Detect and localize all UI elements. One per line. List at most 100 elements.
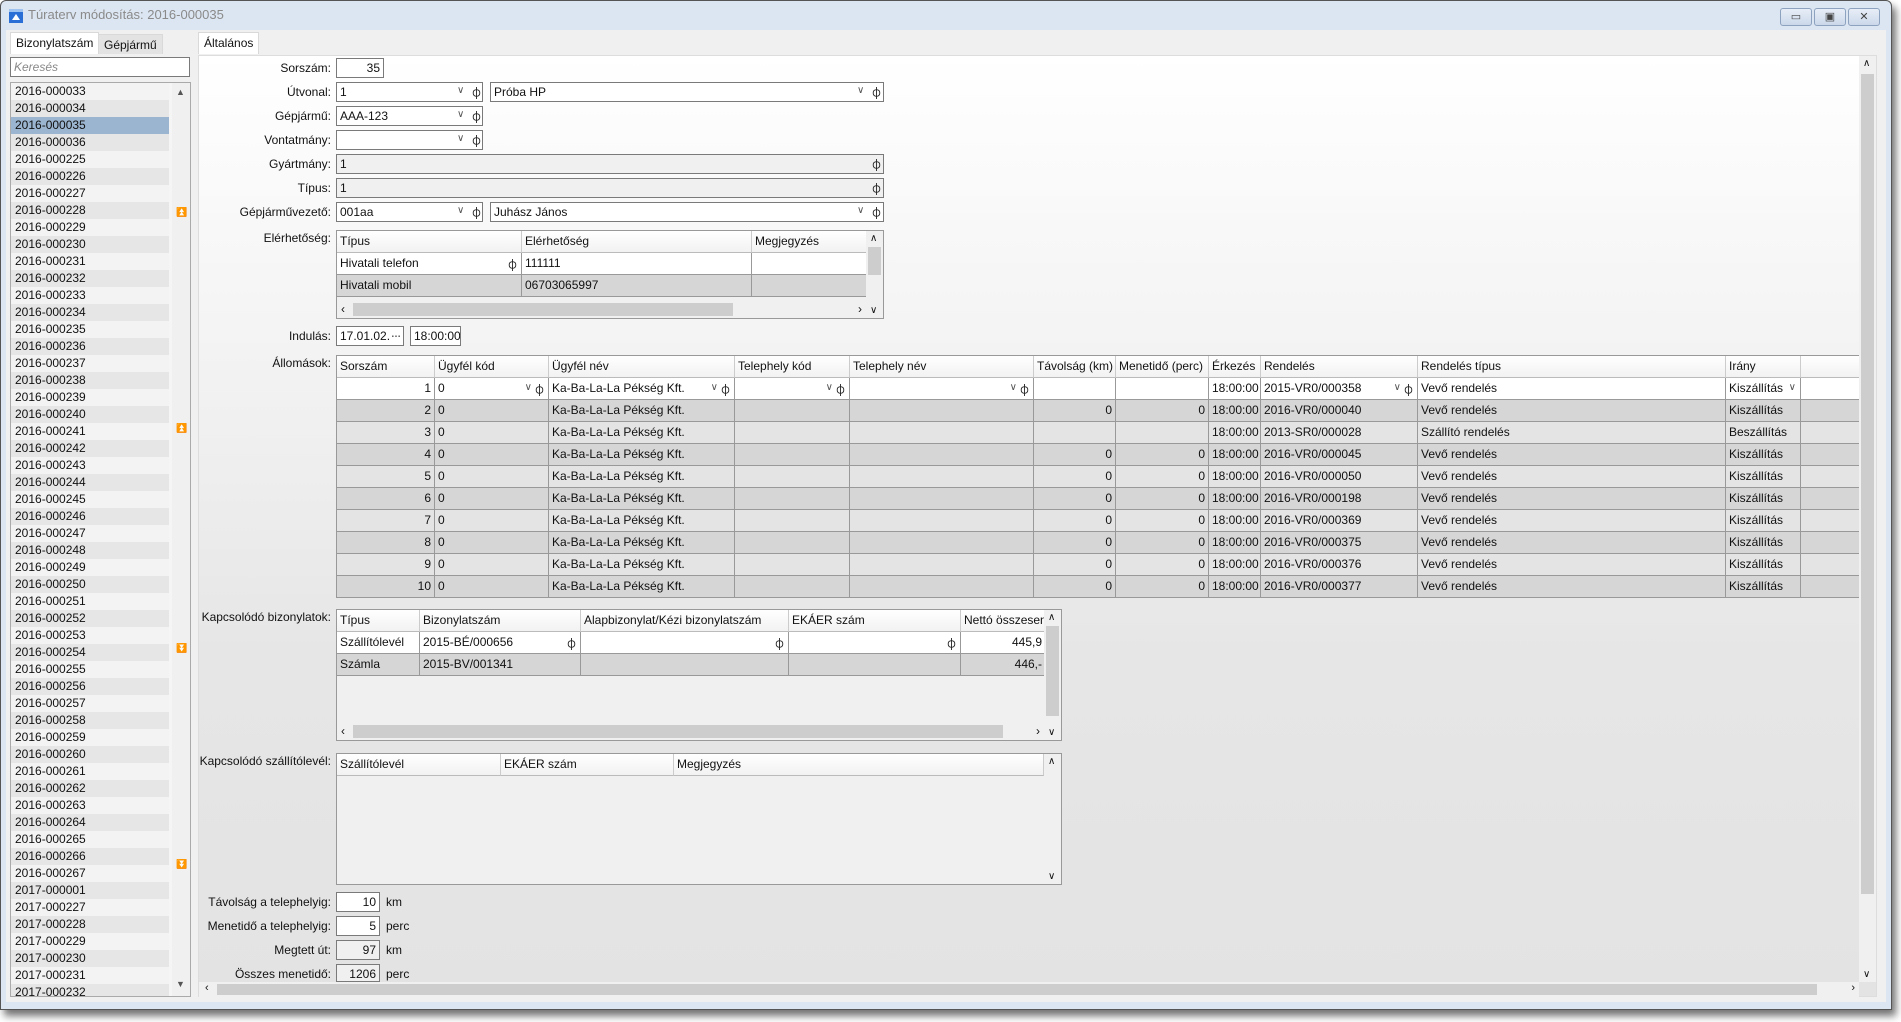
list-item[interactable]: 2016-000251	[11, 593, 169, 610]
scroll-right-icon[interactable]: ›	[1851, 982, 1855, 994]
table-cell[interactable]: Ka-Ba-La-La Pékség Kft.	[549, 532, 735, 554]
table-cell[interactable]: 18:00:00	[1209, 532, 1261, 554]
table-cell[interactable]: Hivatali telefon ⏀	[337, 253, 522, 275]
chevron-down-icon[interactable]: ∨	[1010, 382, 1017, 393]
table-cell[interactable]	[850, 510, 1034, 532]
scroll-left-icon[interactable]: ‹	[205, 982, 209, 994]
table-cell[interactable]: 2016-VR0/000198	[1261, 488, 1418, 510]
table-cell[interactable]	[850, 488, 1034, 510]
attachment-icon[interactable]: ⏀	[835, 382, 846, 398]
close-button[interactable]: ✕	[1848, 8, 1880, 26]
table-row[interactable]: Hivatali mobil 06703065997	[337, 275, 867, 297]
table-cell[interactable]: 0	[1034, 554, 1116, 576]
tipus-field[interactable]: 1 ⏀	[336, 178, 884, 198]
column-header[interactable]: Szállítólevél	[337, 754, 501, 776]
table-row[interactable]: 9 0 Ka-Ba-La-La Pékség Kft. 0 0 18:00:00 2016-…	[337, 554, 1860, 576]
table-cell[interactable]: 18:00:00	[1209, 488, 1261, 510]
scroll-left-icon[interactable]: ‹	[341, 724, 345, 738]
table-cell[interactable]	[1801, 488, 1860, 510]
stations-grid[interactable]: Sorszám Ügyfél kód Ügyfél név Telephely kód…	[336, 355, 1861, 598]
table-cell[interactable]: 7	[337, 510, 435, 532]
table-row[interactable]: 1 0 ∨ ⏀ Ka-Ba-La-La Pékség Kft. ∨ ⏀ ∨ ⏀ ∨ ⏀ 18:00:0…	[337, 378, 1860, 400]
scroll-down-icon[interactable]: ∨	[870, 305, 877, 316]
column-header[interactable]: Távolság (km)	[1034, 356, 1116, 378]
scroll-up-icon[interactable]: ∧	[1048, 756, 1055, 767]
column-header[interactable]: EKÁER szám	[501, 754, 674, 776]
table-cell[interactable]: 0	[1034, 510, 1116, 532]
chevron-down-icon[interactable]: ∨	[857, 205, 864, 216]
table-cell[interactable]: 0	[1034, 400, 1116, 422]
sofor-name-combo[interactable]: Juhász János ∨ ⏀	[490, 202, 884, 222]
list-item[interactable]: 2016-000233	[11, 287, 169, 304]
scroll-left-icon[interactable]: ‹	[341, 302, 345, 316]
table-cell[interactable]	[1034, 422, 1116, 444]
contacts-grid[interactable]: Típus Elérhetőség Megjegyzés Hivatali telef…	[336, 230, 884, 319]
table-cell[interactable]: Ka-Ba-La-La Pékség Kft.	[549, 488, 735, 510]
table-cell[interactable]: ⏀	[581, 632, 789, 654]
attachment-icon[interactable]: ⏀	[1019, 382, 1030, 398]
chevron-down-icon[interactable]: ∨	[1394, 382, 1401, 393]
table-cell[interactable]: Vevő rendelés	[1418, 444, 1726, 466]
table-cell[interactable]: Számla	[337, 654, 420, 676]
grid-vertical-scrollbar[interactable]: ∧ ∨	[1044, 754, 1061, 884]
column-header[interactable]: Típus	[337, 231, 522, 253]
table-cell[interactable]	[1116, 378, 1209, 400]
attachment-icon[interactable]: ⏀	[871, 85, 882, 101]
table-cell[interactable]	[850, 400, 1034, 422]
table-cell[interactable]: 445,9	[961, 632, 1046, 654]
table-row[interactable]: 4 0 Ka-Ba-La-La Pékség Kft. 0 0 18:00:00 2016-…	[337, 444, 1860, 466]
list-item[interactable]: 2016-000258	[11, 712, 169, 729]
attachment-icon[interactable]: ⏀	[946, 636, 957, 652]
attachment-icon[interactable]: ⏀	[471, 205, 482, 221]
column-header[interactable]: Megjegyzés	[674, 754, 1044, 776]
utvonal-code-combo[interactable]: 1 ∨ ⏀	[336, 82, 483, 102]
table-cell[interactable]	[581, 654, 789, 676]
scroll-down-icon[interactable]: ∨	[1048, 727, 1055, 738]
table-cell[interactable]: 2016-VR0/000045	[1261, 444, 1418, 466]
table-cell[interactable]: Ka-Ba-La-La Pékség Kft.	[549, 422, 735, 444]
column-header[interactable]: Megjegyzés	[752, 231, 867, 253]
table-row[interactable]: 7 0 Ka-Ba-La-La Pékség Kft. 0 0 18:00:00 2016-…	[337, 510, 1860, 532]
table-cell[interactable]: 9	[337, 554, 435, 576]
indulas-time-field[interactable]: 18:00:00	[410, 326, 461, 346]
table-row[interactable]: 6 0 Ka-Ba-La-La Pékség Kft. 0 0 18:00:00 2016-…	[337, 488, 1860, 510]
tab-altalanos[interactable]: Általános	[198, 32, 260, 54]
tab-bizonylatszam[interactable]: Bizonylatszám	[10, 32, 100, 54]
table-cell[interactable]	[1801, 466, 1860, 488]
table-cell[interactable]	[1801, 554, 1860, 576]
table-cell[interactable]: Vevő rendelés	[1418, 576, 1726, 597]
list-item[interactable]: 2016-000253	[11, 627, 169, 644]
table-cell[interactable]	[850, 444, 1034, 466]
gepjarmu-combo[interactable]: AAA-123 ∨ ⏀	[336, 106, 483, 126]
table-cell[interactable]: 2016-VR0/000375	[1261, 532, 1418, 554]
table-cell[interactable]: 0	[1116, 400, 1209, 422]
table-cell[interactable]: 446,-	[961, 654, 1046, 676]
table-cell[interactable]: 2015-BV/001341	[420, 654, 581, 676]
table-cell[interactable]: 0	[1116, 532, 1209, 554]
table-cell[interactable]	[850, 422, 1034, 444]
table-cell[interactable]: Kiszállítás	[1726, 576, 1801, 597]
table-cell[interactable]	[850, 576, 1034, 597]
table-cell[interactable]: 2015-BÉ/000656 ⏀	[420, 632, 581, 654]
scrollbar-thumb[interactable]	[1861, 74, 1874, 894]
chevron-down-icon[interactable]: ∨	[857, 85, 864, 96]
list-item[interactable]: 2016-000263	[11, 797, 169, 814]
table-cell[interactable]: ⏀	[789, 632, 961, 654]
table-cell[interactable]	[1116, 422, 1209, 444]
attachment-icon[interactable]: ⏀	[534, 382, 545, 398]
table-cell[interactable]: 0	[1034, 488, 1116, 510]
scrollbar-thumb[interactable]	[217, 984, 1817, 995]
list-item[interactable]: 2016-000249	[11, 559, 169, 576]
list-item[interactable]: 2016-000248	[11, 542, 169, 559]
grid-vertical-scrollbar[interactable]: ∧ ∨	[1044, 610, 1061, 740]
column-header[interactable]: Irány	[1726, 356, 1801, 378]
column-header[interactable]: Telephely kód	[735, 356, 850, 378]
table-cell[interactable]: 2	[337, 400, 435, 422]
scroll-right-icon[interactable]: ›	[858, 302, 862, 316]
table-cell[interactable]: 18:00:00	[1209, 422, 1261, 444]
attachment-icon[interactable]: ⏀	[871, 205, 882, 221]
scrollbar-thumb[interactable]	[1046, 626, 1059, 716]
table-row[interactable]: 8 0 Ka-Ba-La-La Pékség Kft. 0 0 18:00:00 2016-…	[337, 532, 1860, 554]
attachment-icon[interactable]: ⏀	[471, 109, 482, 125]
table-cell[interactable]	[735, 576, 850, 597]
